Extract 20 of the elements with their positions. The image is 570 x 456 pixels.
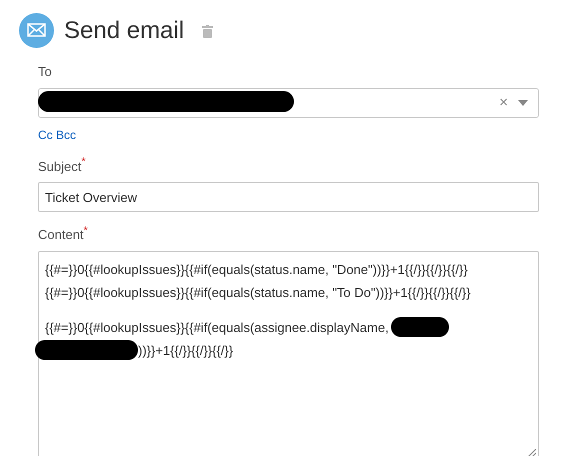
required-mark: * bbox=[81, 156, 86, 168]
content-field[interactable] bbox=[38, 250, 539, 456]
template-text: {{#=}}0{{#lookupIssues}}{{#if(equals(status.name, "Done"))}}+1{{/}}{{/}}{{/}} bbox=[45, 260, 468, 279]
field-label: To bbox=[38, 63, 53, 81]
clear-button[interactable]: × bbox=[499, 95, 508, 110]
field-label: Subject$^{*}$ bbox=[38, 156, 87, 176]
template-text: {{#=}}0{{#lookupIssues}}{{#if(equals(status.name, "To Do"))}}+1{{/}}{{/}}{{/}} bbox=[45, 284, 471, 302]
template-text: ))}}+1{{/}}{{/}}{{/}} bbox=[138, 342, 234, 360]
email-icon bbox=[19, 13, 54, 48]
field-label: Content$^{*}$ bbox=[38, 225, 89, 244]
recipient-select[interactable]: × bbox=[38, 88, 539, 118]
trash-icon[interactable] bbox=[202, 25, 214, 38]
subject-field[interactable]: Ticket Overview bbox=[38, 182, 539, 212]
redaction-mark bbox=[390, 317, 449, 337]
template-text: {{#=}}0{{#lookupIssues}}{{#if(equals(assignee.displayName, bbox=[45, 318, 389, 337]
required-mark: * bbox=[84, 224, 88, 236]
page-title: Send email bbox=[64, 18, 184, 42]
resize-handle-icon[interactable] bbox=[528, 448, 536, 456]
cc-bcc-link[interactable]: Cc Bcc bbox=[38, 126, 76, 144]
caret-icon[interactable] bbox=[518, 100, 528, 106]
